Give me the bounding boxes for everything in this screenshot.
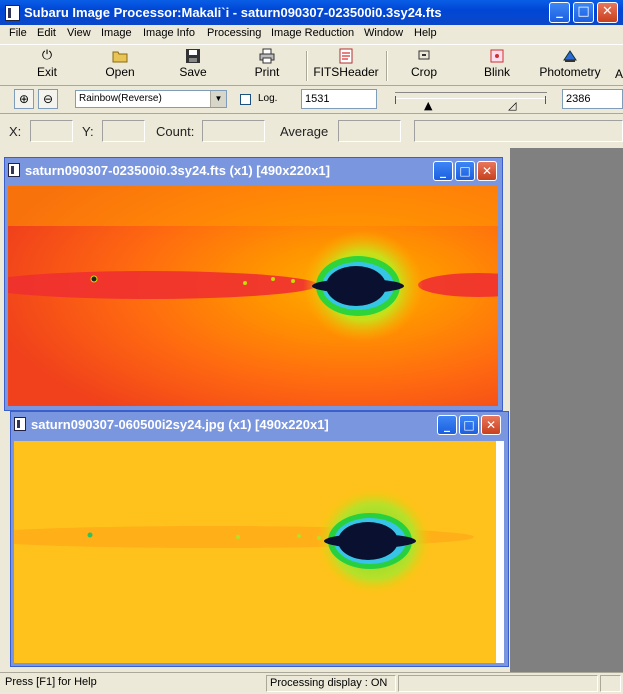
document-icon <box>14 417 26 431</box>
y-label: Y: <box>82 124 94 139</box>
main-title-bar[interactable]: Subaru Image Processor:Makali`i - saturn… <box>0 0 623 25</box>
slider-tick <box>545 96 546 104</box>
print-button[interactable]: Print <box>245 48 289 79</box>
display-controls-bar: ⊕ ⊖ Rainbow(Reverse) ▼ Log. 1531 ▲ ◿ 238… <box>0 86 623 114</box>
maximize-button[interactable]: □ <box>573 2 594 23</box>
close-button[interactable]: ✕ <box>597 2 618 23</box>
close-icon: ✕ <box>602 4 613 19</box>
crop-icon <box>416 48 432 64</box>
max-slider-thumb[interactable]: ◿ <box>508 100 516 111</box>
menu-processing[interactable]: Processing <box>207 27 261 39</box>
blink-button[interactable]: Blink <box>475 48 519 79</box>
menu-view[interactable]: View <box>67 27 91 39</box>
zoom-out-icon: ⊖ <box>42 92 54 106</box>
minimize-icon: _ <box>556 4 563 19</box>
zoom-in-button[interactable]: ⊕ <box>14 89 34 109</box>
resize-grip[interactable] <box>600 675 621 692</box>
crop-button[interactable]: Crop <box>402 48 446 79</box>
chevron-down-icon[interactable]: ▼ <box>210 91 226 107</box>
close-icon: ✕ <box>481 164 493 178</box>
count-label: Count: <box>156 124 195 139</box>
toolbar-overflow-label: A <box>614 67 623 81</box>
image-window-1-title: saturn090307-023500i0.3sy24.fts (x1) [49… <box>25 163 330 178</box>
colormap-value: Rainbow(Reverse) <box>79 93 162 104</box>
maximize-icon: □ <box>577 4 590 19</box>
folder-open-icon <box>112 48 128 64</box>
photometry-button[interactable]: Photometry <box>536 48 604 79</box>
image-window-2-minimize-button[interactable]: _ <box>437 415 457 435</box>
maximize-icon: □ <box>459 164 471 178</box>
zoom-in-icon: ⊕ <box>18 92 30 106</box>
min-slider-thumb[interactable]: ▲ <box>424 100 432 111</box>
blink-icon <box>489 48 505 64</box>
image-window-2-close-button[interactable]: ✕ <box>481 415 501 435</box>
status-processing-text: Processing display : ON <box>266 675 396 692</box>
image-window-1[interactable]: saturn090307-023500i0.3sy24.fts (x1) [49… <box>4 157 503 411</box>
toolbar: ⏻ Exit Open Save Print FITSHeader Crop Bl… <box>0 44 623 86</box>
image-window-2-maximize-button[interactable]: □ <box>459 415 479 435</box>
x-value-field <box>30 120 73 142</box>
minimize-icon: _ <box>440 164 446 178</box>
fits-header-button[interactable]: FITSHeader <box>310 48 382 79</box>
image-canvas-1[interactable] <box>8 186 498 406</box>
status-help-text: Press [F1] for Help <box>5 676 97 688</box>
y-value-field <box>102 120 145 142</box>
image-window-1-title-bar[interactable]: saturn090307-023500i0.3sy24.fts (x1) [49… <box>5 158 502 184</box>
average-value-field <box>338 120 401 142</box>
count-value-field <box>202 120 265 142</box>
menu-window[interactable]: Window <box>364 27 403 39</box>
menu-image-reduction[interactable]: Image Reduction <box>271 27 354 39</box>
slider-tick <box>395 96 396 104</box>
log-label: Log. <box>258 93 278 104</box>
power-icon: ⏻ <box>41 48 53 63</box>
saturn-image-2 <box>14 441 496 663</box>
pixel-info-bar: X: Y: Count: Average <box>0 114 623 148</box>
scale-slider-track[interactable] <box>395 92 547 104</box>
status-pane-empty <box>398 675 598 692</box>
exit-button[interactable]: ⏻ Exit <box>26 48 68 79</box>
open-button[interactable]: Open <box>96 48 144 79</box>
fits-header-icon <box>338 48 354 64</box>
close-icon: ✕ <box>485 418 497 432</box>
menu-bar: File Edit View Image Image Info Processi… <box>0 25 623 44</box>
save-button[interactable]: Save <box>170 48 216 79</box>
toolbar-separator <box>386 51 388 81</box>
log-checkbox[interactable] <box>240 94 251 105</box>
menu-file[interactable]: File <box>9 27 27 39</box>
image-window-1-minimize-button[interactable]: _ <box>433 161 453 181</box>
menu-image[interactable]: Image <box>101 27 132 39</box>
app-title: Subaru Image Processor:Makali`i - saturn… <box>24 5 442 20</box>
image-window-1-maximize-button[interactable]: □ <box>455 161 475 181</box>
saturn-image-1 <box>8 186 498 406</box>
menu-image-info[interactable]: Image Info <box>143 27 195 39</box>
photometry-icon <box>562 48 578 64</box>
document-icon <box>8 163 20 177</box>
image-window-2[interactable]: saturn090307-060500i2sy24.jpg (x1) [490x… <box>10 411 509 667</box>
floppy-disk-icon <box>185 48 201 64</box>
status-bar: Press [F1] for Help Processing display :… <box>0 672 623 694</box>
image-window-1-close-button[interactable]: ✕ <box>477 161 497 181</box>
average-label: Average <box>280 124 329 139</box>
menu-edit[interactable]: Edit <box>37 27 56 39</box>
minimize-button[interactable]: _ <box>549 2 570 23</box>
minimize-icon: _ <box>444 418 450 432</box>
max-value-input[interactable]: 2386 <box>562 89 623 109</box>
toolbar-separator <box>306 51 308 81</box>
extra-info-field <box>414 120 623 142</box>
min-value-input[interactable]: 1531 <box>301 89 377 109</box>
image-window-2-title-bar[interactable]: saturn090307-060500i2sy24.jpg (x1) [490x… <box>11 412 508 438</box>
menu-help[interactable]: Help <box>414 27 437 39</box>
x-label: X: <box>9 124 22 139</box>
zoom-out-button[interactable]: ⊖ <box>38 89 58 109</box>
printer-icon <box>259 48 275 64</box>
maximize-icon: □ <box>463 418 475 432</box>
image-window-2-title: saturn090307-060500i2sy24.jpg (x1) [490x… <box>31 417 329 432</box>
colormap-select[interactable]: Rainbow(Reverse) ▼ <box>75 90 227 108</box>
app-icon <box>5 5 20 21</box>
image-canvas-2[interactable] <box>14 441 504 663</box>
